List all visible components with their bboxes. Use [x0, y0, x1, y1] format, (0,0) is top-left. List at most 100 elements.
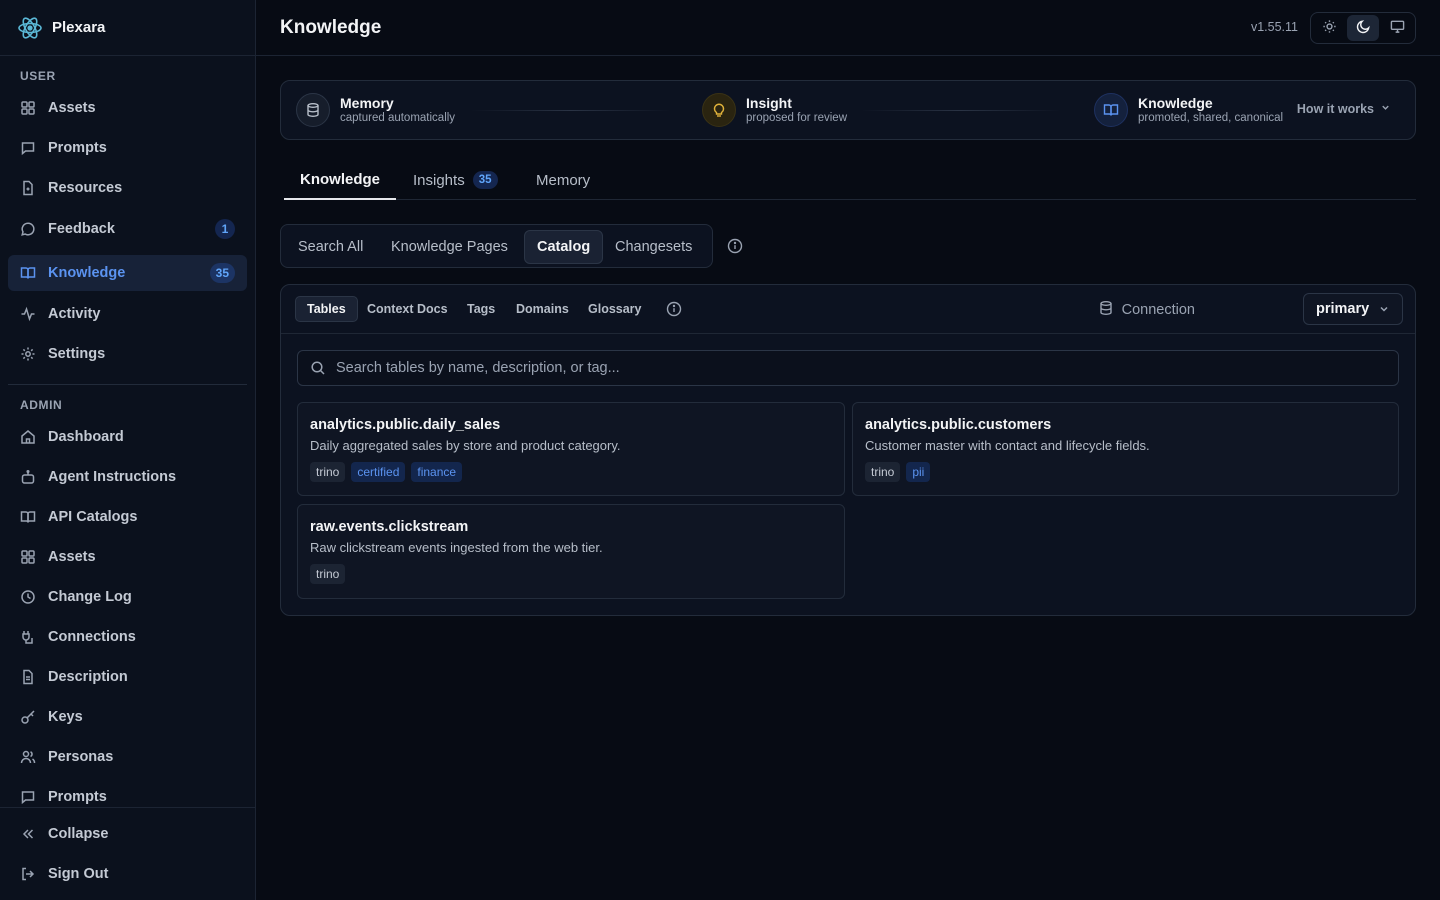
subtab-label: Search All — [298, 239, 364, 255]
app-name: Plexara — [52, 19, 106, 36]
lightbulb-icon — [702, 93, 736, 127]
sidebar-item-api-catalogs[interactable]: API Catalogs — [8, 499, 247, 535]
sidebar-item-knowledge[interactable]: Knowledge 35 — [8, 255, 247, 291]
sidebar-item-personas[interactable]: Personas — [8, 739, 247, 775]
database-icon — [1098, 300, 1114, 320]
subtab-changesets[interactable]: Changesets — [603, 230, 704, 264]
chevron-down-icon — [1380, 102, 1391, 116]
table-card[interactable]: analytics.public.customers Customer mast… — [852, 402, 1399, 496]
catalog-tab-tables[interactable]: Tables — [295, 296, 358, 322]
tag-badge[interactable]: trino — [310, 462, 346, 482]
table-card[interactable]: raw.events.clickstream Raw clickstream e… — [297, 504, 845, 599]
how-it-works-label: How it works — [1296, 102, 1374, 116]
sidebar-item-admin-assets[interactable]: Assets — [8, 539, 247, 575]
tag-badge[interactable]: trino — [865, 462, 901, 482]
subtabs-info-icon[interactable] — [726, 237, 744, 255]
sign-out-button[interactable]: Sign Out — [8, 856, 247, 892]
sidebar-divider — [8, 384, 247, 385]
sidebar-item-change-log[interactable]: Change Log — [8, 579, 247, 615]
table-search — [297, 350, 1399, 386]
top-bar: Knowledge v1.55.11 — [256, 0, 1440, 56]
sidebar-item-description[interactable]: Description — [8, 659, 247, 695]
catalog-tab-tags[interactable]: Tags — [456, 296, 506, 322]
stage-subtitle: proposed for review — [746, 111, 847, 124]
monitor-icon — [1390, 19, 1405, 37]
subtab-label: Changesets — [615, 239, 693, 255]
subtab-search-all[interactable]: Search All — [286, 230, 375, 264]
connection-select[interactable]: primary — [1303, 293, 1403, 325]
sidebar-item-label: Activity — [48, 306, 101, 322]
table-card[interactable]: analytics.public.daily_sales Daily aggre… — [297, 402, 845, 496]
file-icon — [20, 180, 36, 196]
sidebar-footer: Collapse Sign Out — [0, 807, 255, 900]
connection-label-group: Connection — [1098, 300, 1195, 320]
catalog-tab-context-docs[interactable]: Context Docs — [356, 296, 459, 322]
system-theme-button[interactable] — [1381, 15, 1413, 41]
sidebar-item-label: Change Log — [48, 589, 132, 605]
insights-count-badge: 35 — [472, 171, 498, 189]
book-open-icon — [1094, 93, 1128, 127]
pipeline-stage-insight: Insight proposed for review — [702, 93, 847, 127]
table-tags: trino — [310, 564, 832, 584]
pipeline-stage-knowledge: Knowledge promoted, shared, canonical — [1094, 93, 1283, 127]
sidebar-item-dashboard[interactable]: Dashboard — [8, 419, 247, 455]
tab-insights[interactable]: Insights 35 — [397, 160, 514, 200]
catalog-tab-label: Tables — [307, 302, 346, 316]
catalog-tab-domains[interactable]: Domains — [505, 296, 580, 322]
light-theme-button[interactable] — [1313, 15, 1345, 41]
grid-icon — [20, 549, 36, 565]
how-it-works-toggle[interactable]: How it works — [1297, 102, 1391, 116]
table-tags: trino pii — [865, 462, 1386, 482]
subtab-catalog[interactable]: Catalog — [524, 230, 604, 264]
sidebar-item-label: Assets — [48, 549, 96, 565]
subtab-knowledge-pages[interactable]: Knowledge Pages — [379, 230, 520, 264]
tab-label: Knowledge — [300, 170, 381, 188]
catalog-tab-label: Domains — [516, 302, 569, 316]
tag-badge[interactable]: trino — [310, 564, 346, 584]
brand[interactable]: Plexara — [0, 0, 255, 56]
connection-value: primary — [1316, 301, 1370, 317]
sidebar-item-keys[interactable]: Keys — [8, 699, 247, 735]
sidebar-item-activity[interactable]: Activity — [8, 296, 247, 332]
sidebar-item-resources[interactable]: Resources — [8, 170, 247, 206]
sidebar-item-connections[interactable]: Connections — [8, 619, 247, 655]
catalog-tab-label: Glossary — [588, 302, 642, 316]
sidebar-item-feedback[interactable]: Feedback 1 — [8, 211, 247, 247]
tab-memory[interactable]: Memory — [520, 160, 606, 200]
catalog-tab-label: Tags — [467, 302, 496, 316]
table-tags: trino certified finance — [310, 462, 832, 482]
dark-theme-button[interactable] — [1347, 15, 1379, 41]
sidebar-item-prompts[interactable]: Prompts — [8, 130, 247, 166]
sidebar-item-label: Keys — [48, 709, 83, 725]
message-circle-icon — [20, 221, 36, 237]
tab-knowledge[interactable]: Knowledge — [284, 160, 397, 200]
version-label: v1.55.11 — [1250, 20, 1298, 34]
tag-badge[interactable]: pii — [906, 462, 931, 482]
stage-title: Knowledge — [1138, 94, 1213, 111]
knowledge-count-badge: 35 — [209, 263, 235, 283]
file-text-icon — [20, 669, 36, 685]
sidebar-item-assets[interactable]: Assets — [8, 90, 247, 126]
feedback-count-badge: 1 — [215, 219, 235, 239]
gear-icon — [20, 346, 36, 362]
sun-icon — [1322, 19, 1337, 37]
sidebar-item-label: Connections — [48, 629, 136, 645]
tag-badge[interactable]: finance — [411, 462, 463, 482]
knowledge-subtabs: Search All Knowledge Pages Catalog Chang… — [280, 224, 713, 268]
tab-label: Insights — [413, 171, 465, 189]
tag-badge[interactable]: certified — [351, 462, 406, 482]
atom-logo-icon — [16, 14, 44, 42]
sidebar-item-agent-instructions[interactable]: Agent Instructions — [8, 459, 247, 495]
table-description: Customer master with contact and lifecyc… — [865, 438, 1150, 453]
stage-subtitle: captured automatically — [340, 111, 456, 124]
table-search-input[interactable] — [336, 360, 1336, 376]
sidebar-item-label: Knowledge — [48, 265, 126, 281]
sign-out-label: Sign Out — [48, 866, 109, 882]
catalog-tab-glossary[interactable]: Glossary — [577, 296, 653, 322]
collapse-button[interactable]: Collapse — [8, 816, 247, 852]
stage-subtitle: promoted, shared, canonical — [1138, 111, 1284, 124]
table-name: raw.events.clickstream — [310, 519, 469, 535]
sidebar-item-label: API Catalogs — [48, 509, 138, 525]
sidebar-item-settings[interactable]: Settings — [8, 336, 247, 372]
catalog-info-icon[interactable] — [665, 300, 683, 318]
